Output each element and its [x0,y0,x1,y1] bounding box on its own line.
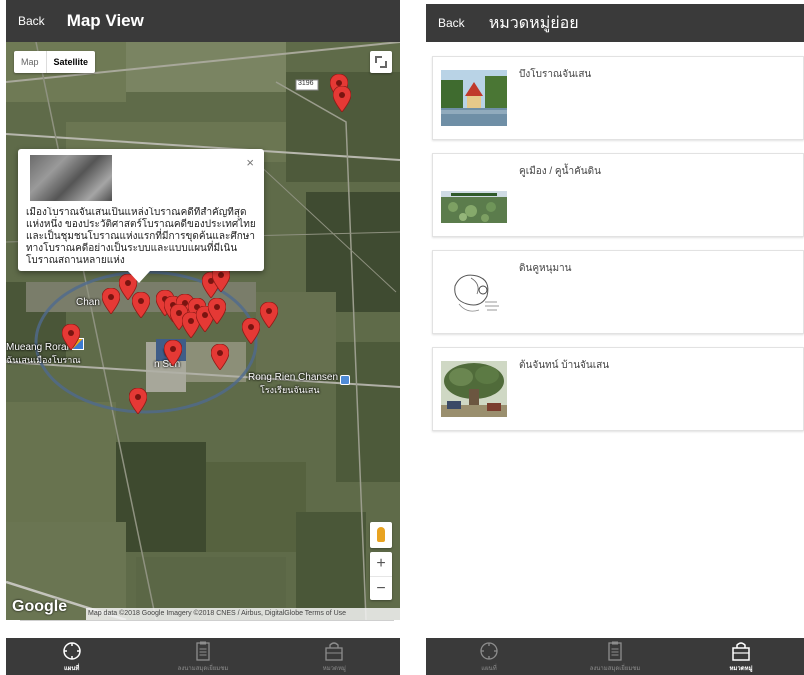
map-view-screen: Back Map View 3196 Chan n Sen Mueang Ror… [6,0,400,675]
tab-map[interactable]: แผนที่ [6,636,137,675]
bottom-tab-bar: แผนที่ ลงนามสมุดเยี่ยมชม หมวดหมู่ [426,636,804,675]
map-label-school: Rong Rien Chansen [248,372,339,383]
tab-guestbook-label: ลงนามสมุดเยี่ยมชม [589,666,641,672]
subcategory-list: บึงโบราณจันเสน คูเมือง / คูน้ำคันดิน ดิน… [432,56,804,444]
list-item[interactable]: บึงโบราณจันเสน [432,56,804,140]
page-title: Map View [66,11,144,30]
pavilion-photo [441,70,507,126]
tab-guestbook[interactable]: ลงนามสมุดเยี่ยมชม [552,638,678,675]
bag-icon [325,642,343,661]
tree-photo [441,361,507,417]
subcategory-header: Back หมวดหมู่ย่อย [426,4,804,42]
map-view-header: Back Map View [6,0,400,42]
map-marker-icon[interactable] [129,388,147,414]
map-marker-icon[interactable] [333,86,351,112]
list-item-title: ดินคูหนุมาน [519,263,572,274]
bag-icon [732,642,750,661]
road-number-label: 3196 [298,80,314,87]
clipboard-icon [608,641,622,661]
list-item-title: บึงโบราณจันเสน [519,69,592,80]
google-logo: Google [12,598,68,615]
list-item[interactable]: ดินคูหนุมาน [432,250,804,334]
list-item-title: คูเมือง / คูน้ำคันดิน [519,166,601,177]
info-window: × เมืองโบราณจันเสนเป็นแหล่งโบราณคดีที่สำ… [18,149,264,283]
map-marker-icon[interactable] [132,292,150,318]
tab-categories-label: หมวดหมู่ [322,666,346,672]
map-label-school-thai: โรงเรียนจันเสน [260,385,320,395]
tab-guestbook-label: ลงนามสมุดเยี่ยมชม [177,666,229,672]
map-type-control: Map Satellite [14,51,96,73]
map-marker-icon[interactable] [260,302,278,328]
map-marker-icon[interactable] [62,324,80,350]
zoom-control: + − [370,552,392,600]
map-label-mueang-roran-thai: ฉันเสนเมืองโบราณ [6,355,81,365]
street-view-pegman-icon[interactable] [370,522,392,548]
lotus-pond-photo [441,167,507,223]
tab-map-label: แผนที่ [63,666,80,672]
list-item[interactable]: ต้นจันทน์ บ้านจันเสน [432,347,804,431]
map-marker-icon[interactable] [102,288,120,314]
hanuman-sketch [441,264,507,320]
compass-icon [62,642,81,660]
tab-categories[interactable]: หมวดหมู่ [269,638,400,675]
subcategory-screen: Back หมวดหมู่ย่อย บึงโบราณจันเสน คูเมือง… [426,0,804,675]
tab-categories[interactable]: หมวดหมู่ [678,636,804,675]
tab-map[interactable]: แผนที่ [426,638,552,675]
map-marker-icon[interactable] [242,318,260,344]
map-marker-icon[interactable] [211,344,229,370]
map-attribution[interactable]: Map data ©2018 Google Imagery ©2018 CNES… [86,608,400,620]
satellite-map[interactable]: 3196 Chan Wa n Sen Mueang Roran ฉันเสนเม… [6,42,400,620]
info-window-text: เมืองโบราณจันเสนเป็นแหล่งโบราณคดีที่สำคั… [26,207,256,265]
info-window-photo [30,155,112,201]
close-icon[interactable]: × [246,155,254,170]
map-marker-icon[interactable] [208,298,226,324]
clipboard-icon [196,641,210,661]
tab-guestbook[interactable]: ลงนามสมุดเยี่ยมชม [137,638,268,675]
school-icon [340,375,350,385]
page-title: หมวดหมู่ย่อย [488,14,579,32]
list-item[interactable]: คูเมือง / คูน้ำคันดิน [432,153,804,237]
map-label-chan: Chan [76,297,100,308]
zoom-in-button[interactable]: + [370,552,392,576]
back-button[interactable]: Back [18,14,45,28]
map-marker-icon[interactable] [164,340,182,366]
fullscreen-icon[interactable] [370,51,392,73]
map-type-map-button[interactable]: Map [14,51,46,73]
back-button[interactable]: Back [438,16,465,30]
tab-map-label: แผนที่ [481,666,497,672]
zoom-out-button[interactable]: − [370,576,392,600]
map-type-satellite-button[interactable]: Satellite [45,51,96,73]
bottom-tab-bar: แผนที่ ลงนามสมุดเยี่ยมชม หมวดหมู่ [6,636,400,675]
list-item-title: ต้นจันทน์ บ้านจันเสน [519,360,610,371]
tab-categories-label: หมวดหมู่ [729,666,753,672]
compass-icon [480,642,498,660]
